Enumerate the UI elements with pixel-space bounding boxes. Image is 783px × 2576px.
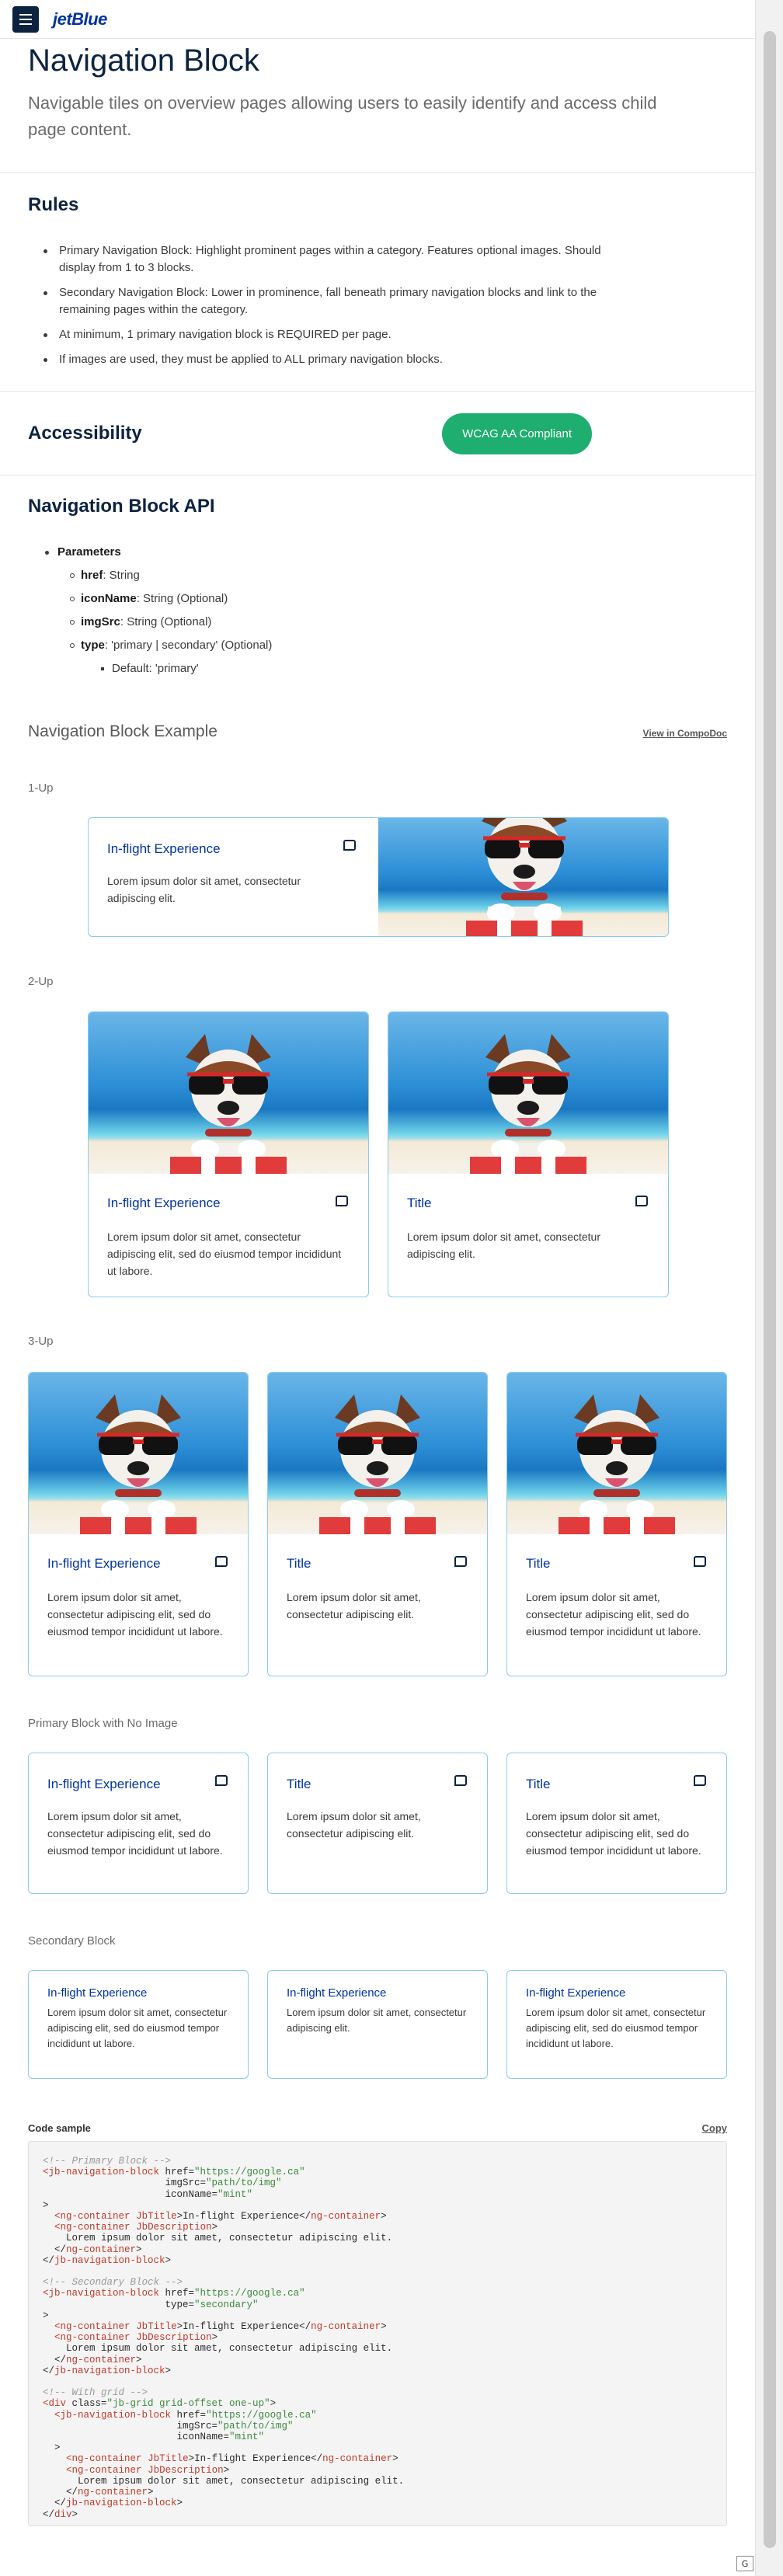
param-href: href: String (69, 564, 272, 587)
page-title: Navigation Block (28, 44, 259, 78)
rules-title: Rules (28, 194, 79, 215)
card-description: Lorem ipsum dolor sit amet, consectetur … (47, 2007, 228, 2049)
param-iconname: iconName: String (Optional) (69, 587, 272, 611)
chat-bubble-icon (215, 1556, 228, 1567)
chat-bubble-icon (336, 1196, 348, 1206)
rule-item: At minimum, 1 primary navigation block i… (44, 326, 634, 343)
nav-block-2up-1[interactable]: In-flight Experience Lorem ipsum dolor s… (88, 1011, 369, 1297)
main-content: Navigation Block Navigable tiles on over… (0, 39, 755, 143)
card-description: Lorem ipsum dolor sit amet, consectetur … (287, 1591, 421, 1620)
label-no-image: Primary Block with No Image (28, 1717, 178, 1730)
card-title: Title (526, 1556, 551, 1571)
wcag-badge: WCAG AA Compliant (442, 413, 592, 454)
chat-bubble-icon (694, 1775, 706, 1786)
dog-image (89, 1012, 368, 1174)
card-title: In-flight Experience (47, 1556, 161, 1571)
divider (0, 172, 755, 173)
api-params: Parameters href: String iconName: String… (0, 541, 272, 681)
rules-section: Rules Primary Navigation Block: Highligh… (0, 194, 662, 376)
card-description: Lorem ipsum dolor sit amet, consectetur … (107, 875, 301, 904)
nav-block-secondary-3[interactable]: In-flight Experience Lorem ipsum dolor s… (506, 1970, 727, 2079)
card-title: In-flight Experience (47, 1986, 148, 2000)
rules-list: Primary Navigation Block: Highlight prom… (0, 242, 662, 368)
menu-icon[interactable] (12, 5, 39, 33)
page-subtitle: Navigable tiles on overview pages allowi… (28, 93, 657, 139)
param-type: type: 'primary | secondary' (Optional) (69, 634, 272, 657)
chat-bubble-icon (343, 840, 356, 851)
card-description: Lorem ipsum dolor sit amet, consectetur … (107, 1231, 342, 1277)
chat-bubble-icon (215, 1775, 228, 1786)
nav-block-noimg-3[interactable]: Title Lorem ipsum dolor sit amet, consec… (506, 1753, 727, 1894)
top-header: jetBlue (0, 0, 755, 39)
nav-block-2up-2[interactable]: Title Lorem ipsum dolor sit amet, consec… (388, 1011, 669, 1297)
code-sample[interactable]: <!-- Primary Block --> <jb-navigation-bl… (28, 2141, 727, 2526)
nav-block-3up-2[interactable]: Title Lorem ipsum dolor sit amet, consec… (267, 1372, 488, 1676)
dog-image (378, 818, 668, 936)
nav-block-noimg-1[interactable]: In-flight Experience Lorem ipsum dolor s… (28, 1753, 249, 1894)
accessibility-title: Accessibility (28, 423, 142, 444)
scrollbar[interactable] (755, 0, 783, 2576)
api-section: Navigation Block API Parameters href: St… (0, 496, 272, 681)
card-title: Title (287, 1777, 311, 1791)
card-description: Lorem ipsum dolor sit amet, consectetur … (47, 1810, 223, 1857)
divider (0, 391, 755, 392)
card-description: Lorem ipsum dolor sit amet, consectetur … (526, 2007, 706, 2049)
card-description: Lorem ipsum dolor sit amet, consectetur … (407, 1231, 600, 1260)
dog-image (507, 1373, 726, 1534)
card-title: Title (287, 1556, 311, 1571)
dog-image (268, 1373, 487, 1534)
card-description: Lorem ipsum dolor sit amet, consectetur … (47, 1591, 223, 1638)
card-description: Lorem ipsum dolor sit amet, consectetur … (526, 1810, 701, 1857)
scrollbar-thumb[interactable] (764, 31, 776, 2548)
nav-block-3up-1[interactable]: In-flight Experience Lorem ipsum dolor s… (28, 1372, 249, 1676)
card-title: In-flight Experience (107, 1196, 221, 1210)
example-title: Navigation Block Example (28, 722, 218, 740)
copy-button[interactable]: Copy (702, 2122, 728, 2134)
compodoc-link[interactable]: View in CompoDoc (643, 728, 727, 739)
label-2-up: 2-Up (28, 975, 54, 988)
card-description: Lorem ipsum dolor sit amet, consectetur … (287, 2007, 467, 2034)
label-3-up: 3-Up (28, 1335, 54, 1348)
api-title: Navigation Block API (28, 496, 215, 517)
label-1-up: 1-Up (28, 782, 54, 795)
nav-block-1up[interactable]: In-flight Experience Lorem ipsum dolor s… (88, 817, 669, 937)
corner-button[interactable]: G (736, 2556, 753, 2571)
card-title: In-flight Experience (107, 841, 221, 856)
dog-image (29, 1373, 248, 1534)
jetblue-logo[interactable]: jetBlue (53, 9, 107, 30)
chat-bubble-icon (454, 1775, 467, 1786)
code-sample-title: Code sample (28, 2122, 91, 2134)
chat-bubble-icon (694, 1556, 706, 1567)
example-header: Navigation Block Example View in CompoDo… (0, 722, 755, 741)
card-title: In-flight Experience (526, 1986, 626, 2000)
params-label: Parameters (44, 541, 272, 564)
label-secondary: Secondary Block (28, 1934, 116, 1948)
accessibility-section: Accessibility WCAG AA Compliant (0, 392, 755, 475)
param-default: Default: 'primary' (100, 657, 272, 681)
card-title: In-flight Experience (47, 1777, 161, 1791)
dog-image (388, 1012, 668, 1174)
card-title: Title (526, 1777, 551, 1791)
nav-block-secondary-1[interactable]: In-flight Experience Lorem ipsum dolor s… (28, 1970, 249, 2079)
nav-block-3up-3[interactable]: Title Lorem ipsum dolor sit amet, consec… (506, 1372, 727, 1676)
nav-block-secondary-2[interactable]: In-flight Experience Lorem ipsum dolor s… (267, 1970, 488, 2079)
chat-bubble-icon (454, 1556, 467, 1567)
card-description: Lorem ipsum dolor sit amet, consectetur … (287, 1810, 421, 1840)
rule-item: If images are used, they must be applied… (44, 351, 634, 368)
card-title: Title (407, 1196, 432, 1210)
card-title: In-flight Experience (287, 1986, 387, 2000)
rule-item: Secondary Navigation Block: Lower in pro… (44, 284, 634, 319)
param-imgsrc: imgSrc: String (Optional) (69, 611, 272, 634)
rule-item: Primary Navigation Block: Highlight prom… (44, 242, 634, 277)
nav-block-noimg-2[interactable]: Title Lorem ipsum dolor sit amet, consec… (267, 1753, 488, 1894)
chat-bubble-icon (635, 1196, 648, 1206)
card-description: Lorem ipsum dolor sit amet, consectetur … (526, 1591, 701, 1638)
code-header: Code sample Copy (0, 2122, 755, 2134)
